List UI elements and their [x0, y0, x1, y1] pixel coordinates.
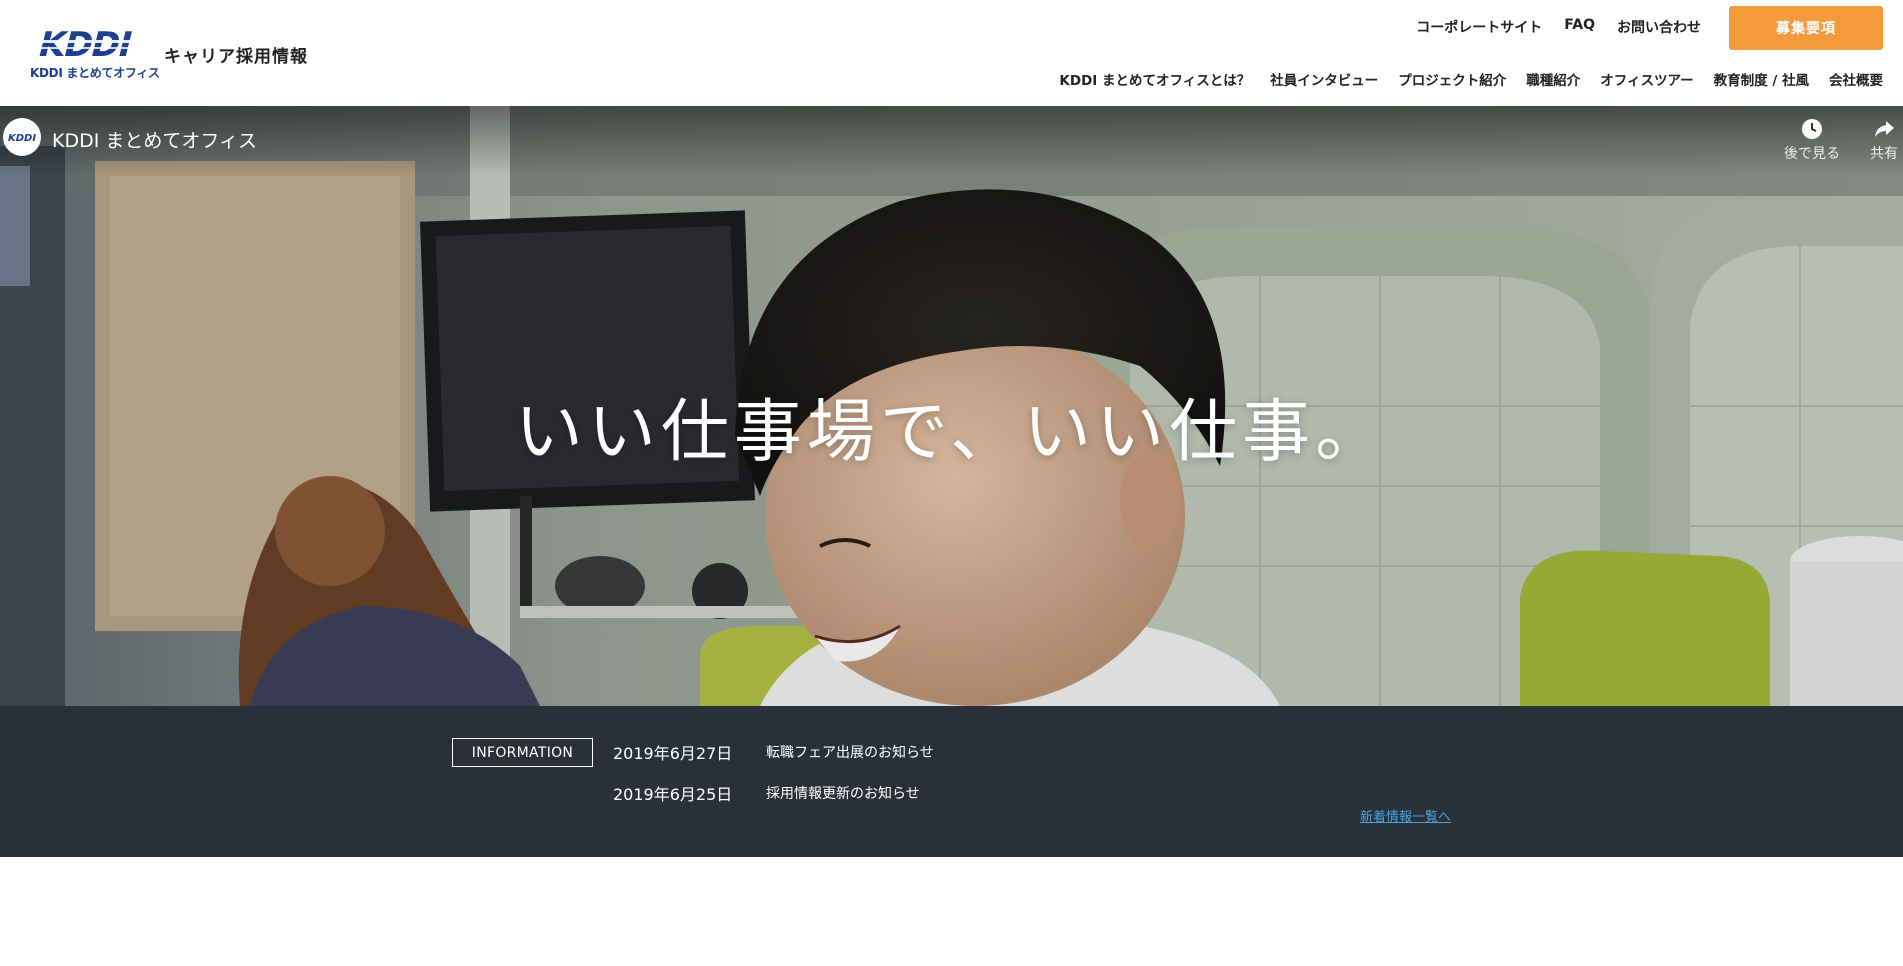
kddi-logo-mark: KDDI	[34, 26, 150, 62]
util-link-corporate[interactable]: コーポレートサイト	[1416, 17, 1542, 37]
site-title: キャリア採用情報	[164, 47, 308, 67]
utility-nav: コーポレートサイト FAQ お問い合わせ	[1416, 17, 1701, 37]
news-date: 2019年6月27日	[613, 744, 733, 763]
nav-item-office-tour[interactable]: オフィスツアー	[1600, 69, 1693, 89]
clock-icon	[1802, 119, 1822, 139]
main-nav: KDDI まとめてオフィスとは？ 社員インタビュー プロジェクト紹介 職種紹介 …	[1059, 69, 1883, 89]
recruitment-requirements-button[interactable]: 募集要項	[1729, 6, 1883, 50]
news-item[interactable]: 2019年6月25日 採用情報更新のお知らせ	[613, 781, 920, 805]
kddi-small-logo-icon: KDDI	[8, 133, 36, 144]
news-title[interactable]: 採用情報更新のお知らせ	[766, 783, 920, 803]
share-arrow-icon	[1875, 121, 1894, 137]
nav-item-company-profile[interactable]: 会社概要	[1829, 69, 1883, 89]
hero-video[interactable]: KDDI KDDI まとめてオフィス 後で見る 共有 いい仕事場で、いい仕事。	[0, 106, 1903, 706]
util-link-contact[interactable]: お問い合わせ	[1617, 17, 1701, 37]
video-channel-title[interactable]: KDDI まとめてオフィス	[52, 126, 257, 153]
logo-subtext: KDDI まとめてオフィス	[30, 66, 160, 80]
util-link-faq[interactable]: FAQ	[1564, 17, 1595, 37]
nav-item-job-types[interactable]: 職種紹介	[1526, 69, 1580, 89]
news-title[interactable]: 転職フェア出展のお知らせ	[766, 742, 934, 762]
news-date: 2019年6月25日	[613, 785, 733, 804]
information-badge: INFORMATION	[452, 738, 593, 767]
video-top-bar: KDDI KDDI まとめてオフィス 後で見る 共有	[0, 106, 1903, 176]
share-label: 共有	[1870, 146, 1898, 162]
svg-text:KDDI: KDDI	[34, 26, 135, 62]
news-item[interactable]: 2019年6月27日 転職フェア出展のお知らせ	[613, 740, 934, 764]
svg-text:KDDI: KDDI	[8, 133, 36, 144]
nav-item-education-culture[interactable]: 教育制度 / 社風	[1714, 69, 1809, 89]
information-section: INFORMATION 2019年6月27日 転職フェア出展のお知らせ 2019…	[0, 706, 1903, 857]
watch-later-button[interactable]: 後で見る	[1784, 118, 1840, 163]
channel-avatar[interactable]: KDDI	[3, 118, 41, 156]
watch-later-label: 後で見る	[1784, 146, 1840, 162]
nav-item-interviews[interactable]: 社員インタビュー	[1270, 69, 1378, 89]
share-button[interactable]: 共有	[1870, 118, 1898, 163]
nav-item-about[interactable]: KDDI まとめてオフィスとは？	[1059, 69, 1250, 89]
news-list-link[interactable]: 新着情報一覧へ	[1360, 806, 1451, 825]
nav-item-projects[interactable]: プロジェクト紹介	[1398, 69, 1506, 89]
site-header: KDDI KDDI まとめてオフィス キャリア採用情報 コーポレートサイト FA…	[0, 0, 1903, 106]
hero-headline: いい仕事場で、いい仕事。	[514, 393, 1389, 472]
kddi-logo[interactable]: KDDI KDDI まとめてオフィス	[30, 26, 160, 80]
